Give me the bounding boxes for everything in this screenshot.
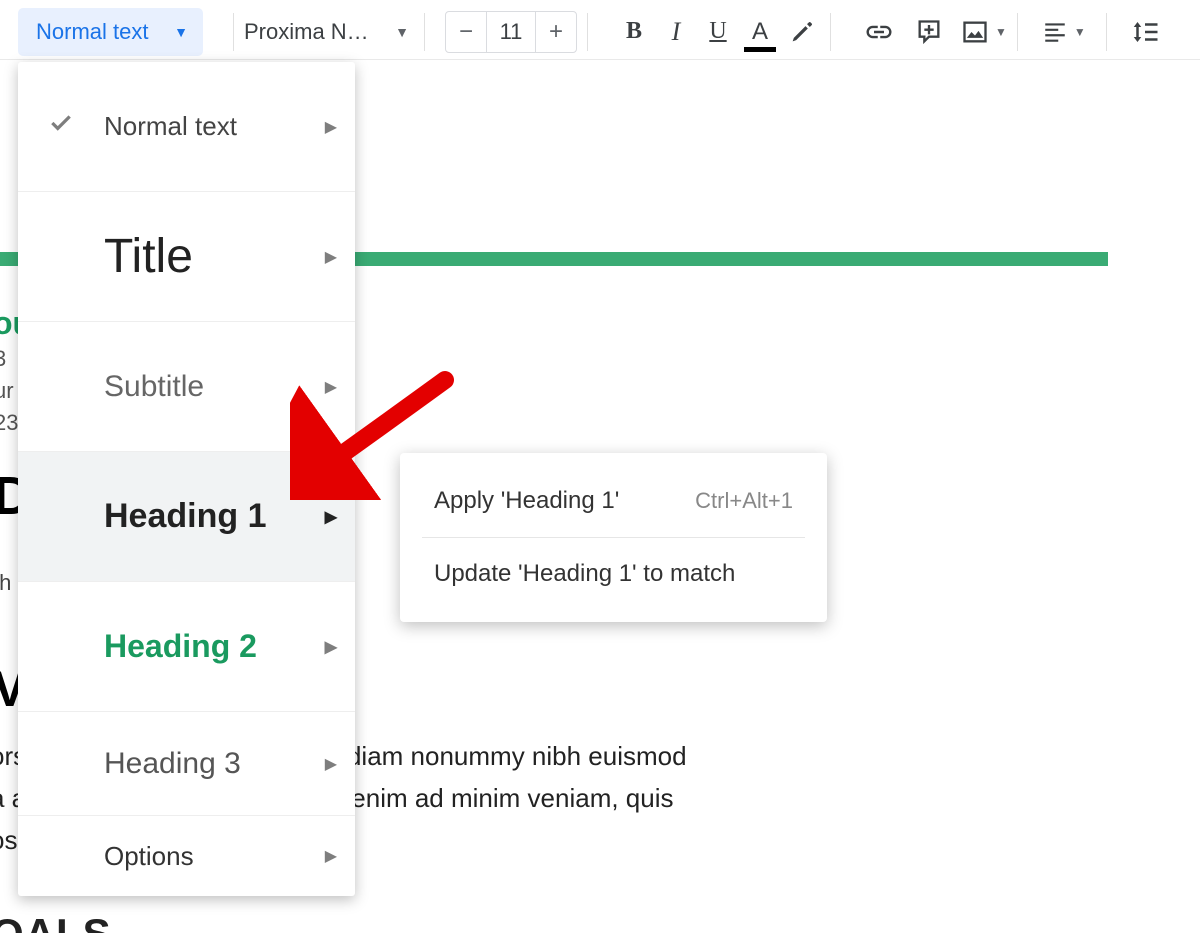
italic-button[interactable]: I <box>658 14 694 50</box>
submenu-arrow-icon: ▶ <box>325 247 337 267</box>
style-option-label: Heading 3 <box>104 747 241 781</box>
caret-down-icon: ▼ <box>995 25 1007 39</box>
style-option-title[interactable]: Title ▶ <box>18 192 355 322</box>
style-option-label: Subtitle <box>104 370 204 404</box>
style-option-heading-2[interactable]: Heading 2 ▶ <box>18 582 355 712</box>
link-icon <box>864 17 894 47</box>
align-button[interactable]: ▼ <box>1042 14 1086 50</box>
submenu-arrow-icon: ▶ <box>325 754 337 774</box>
font-size-group: − 11 + <box>445 11 577 53</box>
text-color-bar <box>744 47 776 52</box>
highlighter-icon <box>788 18 816 46</box>
insert-link-button[interactable] <box>861 14 897 50</box>
underline-button[interactable]: U <box>700 14 736 50</box>
submenu-arrow-icon: ▶ <box>325 117 337 137</box>
doc-text-fragment: 3ur23 <box>0 343 18 439</box>
submenu-arrow-icon: ▶ <box>325 846 337 866</box>
style-option-label: Heading 1 <box>104 497 266 536</box>
submenu-divider <box>422 537 805 538</box>
toolbar-divider <box>1017 13 1018 51</box>
keyboard-shortcut: Ctrl+Alt+1 <box>695 488 793 514</box>
submenu-label: Apply 'Heading 1' <box>434 487 619 515</box>
insert-group: ▼ <box>861 14 1007 50</box>
style-option-heading-3[interactable]: Heading 3 ▶ <box>18 712 355 816</box>
style-option-label: Options <box>104 841 194 872</box>
doc-text-fragment: th <box>0 570 11 596</box>
caret-down-icon: ▼ <box>174 24 188 40</box>
toolbar-divider <box>587 13 588 51</box>
style-option-label: Normal text <box>104 111 237 142</box>
paragraph-styles-label: Normal text <box>36 19 148 45</box>
increase-font-size-button[interactable]: + <box>536 12 576 52</box>
caret-down-icon: ▼ <box>395 24 409 40</box>
highlight-color-button[interactable] <box>784 14 820 50</box>
align-group: ▼ <box>1042 13 1163 51</box>
font-family-select[interactable]: Proxima N… ▼ <box>244 19 414 45</box>
text-color-button[interactable]: A <box>742 14 778 50</box>
caret-down-icon: ▼ <box>1074 25 1086 39</box>
toolbar-divider <box>830 13 831 51</box>
align-left-icon <box>1042 19 1068 45</box>
insert-image-button[interactable]: ▼ <box>961 14 1007 50</box>
format-group: B I U A <box>616 14 820 50</box>
text-color-glyph: A <box>752 18 768 46</box>
bold-button[interactable]: B <box>616 14 652 50</box>
line-spacing-icon <box>1130 17 1160 47</box>
style-option-normal-text[interactable]: Normal text ▶ <box>18 62 355 192</box>
submenu-arrow-icon: ▶ <box>325 637 337 657</box>
paragraph-styles-select[interactable]: Normal text ▼ <box>18 8 203 56</box>
comment-icon <box>915 18 943 46</box>
annotation-arrow <box>290 370 460 500</box>
font-size-input[interactable]: 11 <box>486 12 536 52</box>
heading-1-submenu: Apply 'Heading 1' Ctrl+Alt+1 Update 'Hea… <box>400 453 827 622</box>
submenu-arrow-icon: ▶ <box>325 507 337 527</box>
update-heading-1-to-match[interactable]: Update 'Heading 1' to match <box>400 550 827 598</box>
toolbar-divider <box>233 13 234 51</box>
apply-heading-1[interactable]: Apply 'Heading 1' Ctrl+Alt+1 <box>400 477 827 525</box>
decrease-font-size-button[interactable]: − <box>446 12 486 52</box>
checkmark-icon <box>48 110 74 143</box>
toolbar-divider <box>1106 13 1107 51</box>
toolbar-divider <box>424 13 425 51</box>
font-family-label: Proxima N… <box>244 19 369 45</box>
add-comment-button[interactable] <box>911 14 947 50</box>
style-option-label: Title <box>104 229 193 284</box>
style-options-menu[interactable]: Options ▶ <box>18 816 355 896</box>
doc-heading-fragment: OALS <box>0 910 112 933</box>
style-option-label: Heading 2 <box>104 628 257 665</box>
submenu-label: Update 'Heading 1' to match <box>434 560 735 588</box>
toolbar: Normal text ▼ Proxima N… ▼ − 11 + B I U … <box>0 4 1200 60</box>
image-icon <box>961 18 989 46</box>
line-spacing-button[interactable] <box>1127 14 1163 50</box>
